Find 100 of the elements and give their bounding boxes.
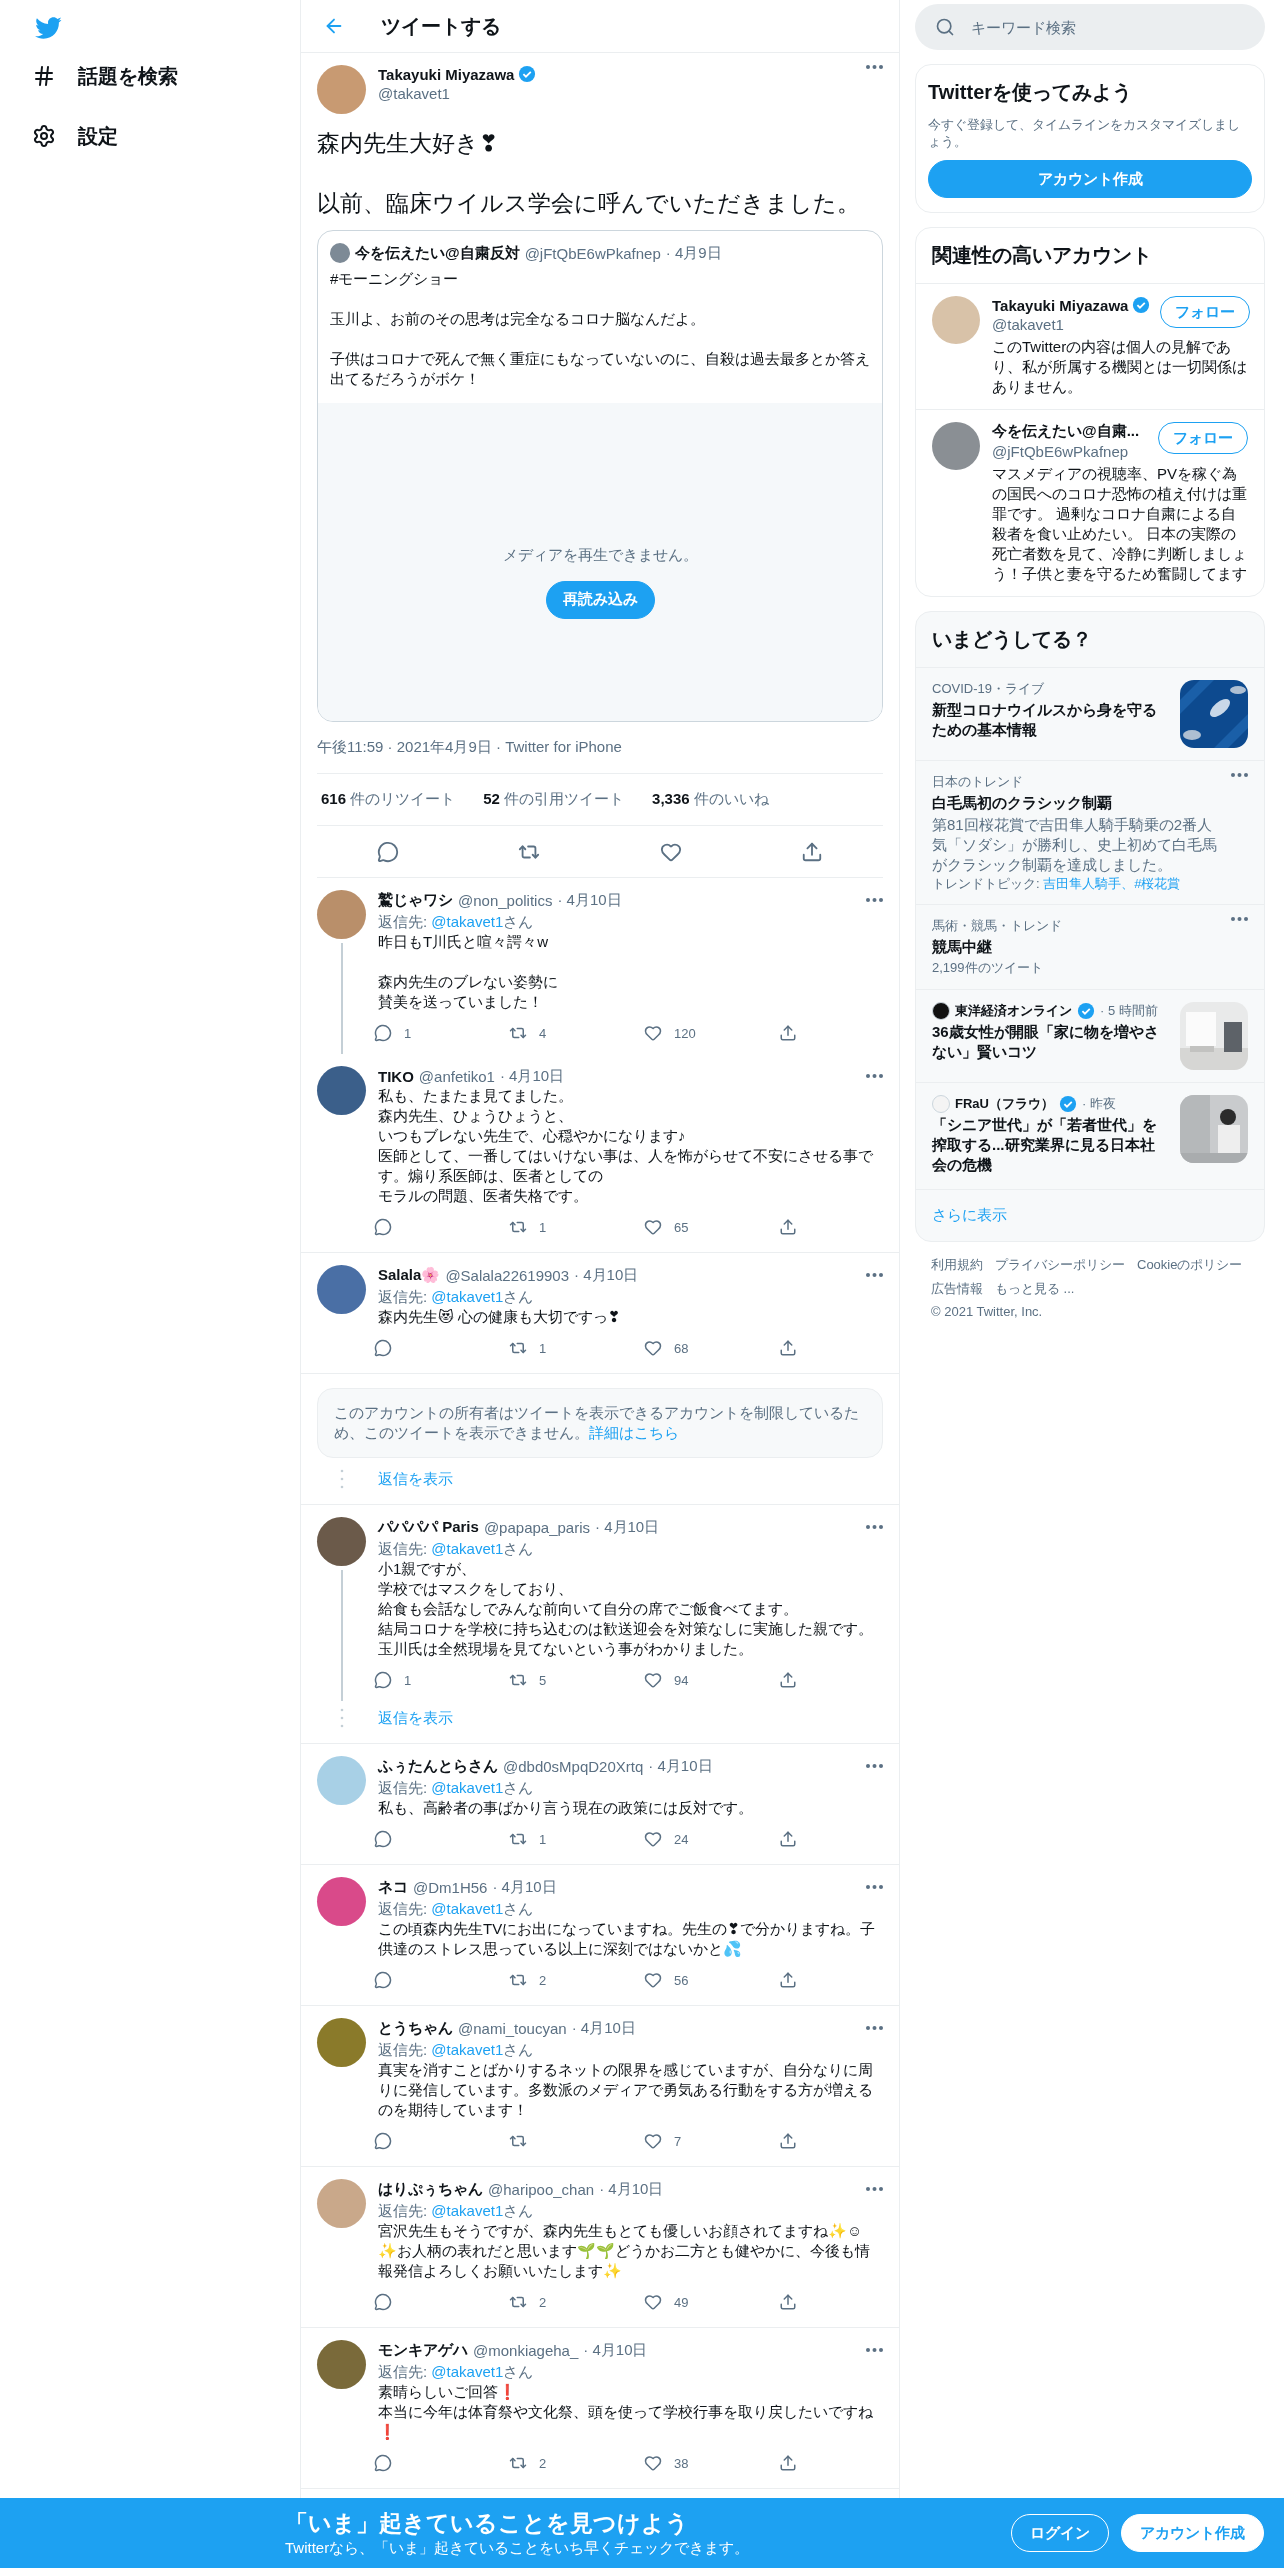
card-title: Twitterを使ってみよう xyxy=(928,80,1134,105)
more-button[interactable] xyxy=(866,1764,883,1768)
share-button[interactable] xyxy=(801,840,824,863)
tweet-date: · 4月9日 xyxy=(665,243,722,263)
more-icon xyxy=(866,65,883,69)
stat-link[interactable]: 52 件の引用ツイート xyxy=(483,790,625,809)
mention-link[interactable]: @takavet1 xyxy=(431,2041,504,2058)
mention-link[interactable]: @takavet1 xyxy=(431,2202,504,2219)
trend-item[interactable]: COVID-19・ライブ 新型コロナウイルスから身を守るための基本情報 xyxy=(916,667,1264,760)
reload-button[interactable]: 再読み込み xyxy=(545,580,655,619)
user-name[interactable]: パパパパ Paris xyxy=(378,1517,479,1537)
restricted-notice: このアカウントの所有者はツイートを表示できるアカウントを制限しているため、このツイートを表示できません。詳細はこちら xyxy=(317,1388,883,1458)
trend-item[interactable]: FRaU（フラウ） · 昨夜 「シニア世代」が「若者世代」を搾取する...研究業界に見る日本社会の危機 xyxy=(916,1082,1264,1189)
tweet-date: · 4月10日 xyxy=(557,890,622,910)
show-replies-link[interactable]: 返信を表示 xyxy=(378,1708,453,1728)
nav-item[interactable]: 話題を検索 xyxy=(32,50,178,102)
reply-button[interactable]: 1 xyxy=(374,1671,509,1689)
more-button[interactable] xyxy=(866,2187,883,2191)
show-replies-link[interactable]: 返信を表示 xyxy=(378,1469,453,1489)
stat-link[interactable]: 3,336 件のいいね xyxy=(652,790,769,809)
more-button[interactable] xyxy=(1231,917,1248,921)
user-name[interactable]: モンキアゲハ xyxy=(378,2340,468,2360)
details-link[interactable]: 詳細はこちら xyxy=(589,1424,679,1441)
retweet-button[interactable]: 5 xyxy=(509,1671,644,1689)
retweet-button[interactable]: 2 xyxy=(509,2454,644,2472)
stat-link[interactable]: 616 件のリツイート xyxy=(321,790,456,809)
search-icon xyxy=(935,17,955,37)
user-name[interactable]: Takayuki Miyazawa xyxy=(378,65,515,83)
user-name[interactable]: TIKO xyxy=(378,1067,414,1085)
user-handle: @nami_toucyan xyxy=(458,2019,567,2037)
nav-item[interactable]: 設定 xyxy=(32,110,118,162)
reply-button[interactable]: 1 xyxy=(374,1024,509,1042)
signup-button[interactable]: アカウント作成 xyxy=(1121,2514,1264,2552)
avatar[interactable] xyxy=(317,1517,366,1566)
mention-link[interactable]: @takavet1 xyxy=(431,2363,504,2380)
like-button[interactable]: 49 xyxy=(644,2293,779,2311)
like-button[interactable]: 68 xyxy=(644,1339,779,1357)
avatar[interactable] xyxy=(317,1265,366,1314)
heart-icon xyxy=(644,2454,662,2472)
tweet-text: 小1親ですが、 xyxy=(378,1559,478,1579)
trend-item[interactable]: 日本のトレンド 白毛馬初のクラシック制覇 第81回桜花賞で吉田隼人騎手騎乗の2番人気「ソダシ」が勝利し、史上初めて白毛馬がクラシック制覇を達成しました。 トレンドトピック: 吉田隼人騎手、#桜花賞 xyxy=(916,760,1264,904)
reply-button[interactable] xyxy=(376,840,399,863)
like-button[interactable]: 7 xyxy=(644,2132,779,2150)
like-button[interactable]: 94 xyxy=(644,1671,779,1689)
user-name[interactable]: Takayuki Miyazawa xyxy=(992,296,1129,314)
footer-link[interactable]: 広告情報 xyxy=(931,1280,983,1298)
search-field[interactable]: キーワード検索 xyxy=(915,4,1265,50)
quoted-tweet[interactable]: 今を伝えたい@自粛反対 @jFtQbE6wPkafnep · 4月9日 #モーニングショー 玉川よ、お前のその思考は完全なるコロナ脳なんだよ。 子供はコロナで死んで無く重症にもなっていないのに、自殺は過去最多とか答え出てるだろうがボケ！ メディアを再生できません。 再読み込み xyxy=(317,230,883,722)
more-button[interactable] xyxy=(866,1273,883,1277)
trend-item[interactable]: 馬術・競馬・トレンド 競馬中継 2,199件のツイート xyxy=(916,904,1264,989)
user-name[interactable]: はりぷぅちゃん xyxy=(378,2179,483,2199)
footer-link[interactable]: Cookieのポリシー xyxy=(1137,1256,1243,1274)
retweet-button[interactable]: 1 xyxy=(509,1339,644,1357)
mention-link[interactable]: @takavet1 xyxy=(431,913,504,930)
tweet-date: · 4月10日 xyxy=(583,2340,648,2360)
footer-link[interactable]: プライバシーポリシー xyxy=(995,1256,1125,1274)
more-button[interactable] xyxy=(866,1074,883,1078)
like-button[interactable]: 65 xyxy=(644,1218,779,1236)
mention-link[interactable]: @takavet1 xyxy=(431,1288,504,1305)
retweet-button[interactable]: 4 xyxy=(509,1024,644,1042)
user-name[interactable]: 今を伝えたい@自粛... xyxy=(992,422,1140,441)
like-button[interactable]: 24 xyxy=(644,1830,779,1848)
more-button[interactable] xyxy=(866,1885,883,1889)
more-button[interactable] xyxy=(866,2026,883,2030)
topic-link[interactable]: 吉田隼人騎手、#桜花賞 xyxy=(1043,876,1181,891)
retweet-button[interactable]: 2 xyxy=(509,2293,644,2311)
footer-link[interactable]: もっと見る ... xyxy=(995,1280,1075,1298)
user-name[interactable]: とうちゃん xyxy=(378,2018,453,2038)
signup-button[interactable]: アカウント作成 xyxy=(928,160,1252,198)
avatar[interactable] xyxy=(317,1877,366,1926)
retweet-button[interactable]: 1 xyxy=(509,1218,644,1236)
retweet-button[interactable]: 1 xyxy=(509,1830,644,1848)
user-name[interactable]: ネコ xyxy=(378,1877,408,1897)
user-name[interactable]: ふぅたんとらさん xyxy=(378,1756,498,1776)
user-name[interactable]: 鷲じゃワシ xyxy=(378,890,453,910)
show-more-link[interactable]: さらに表示 xyxy=(916,1189,1264,1241)
more-button[interactable] xyxy=(866,1525,883,1529)
reply-context: 返信先: @takavet1さん xyxy=(378,1778,535,1798)
more-button[interactable] xyxy=(866,65,883,69)
retweet-button[interactable]: 2 xyxy=(509,1971,644,1989)
avatar xyxy=(330,243,350,263)
like-button[interactable]: 120 xyxy=(644,1024,779,1042)
more-button[interactable] xyxy=(1231,773,1248,777)
more-button[interactable] xyxy=(866,898,883,902)
like-button[interactable]: 56 xyxy=(644,1971,779,1989)
more-button[interactable] xyxy=(866,2348,883,2352)
footer-link[interactable]: 利用規約 xyxy=(931,1256,983,1274)
avatar[interactable] xyxy=(317,2018,366,2067)
trend-item[interactable]: 東洋経済オンライン · 5 時間前 36歳女性が開眼「家に物を増やさない」賢いコツ xyxy=(916,989,1264,1082)
avatar[interactable] xyxy=(317,2340,366,2389)
like-button[interactable]: 38 xyxy=(644,2454,779,2472)
mention-link[interactable]: @takavet1 xyxy=(431,1900,504,1917)
avatar[interactable] xyxy=(317,1066,366,1115)
avatar[interactable] xyxy=(317,890,366,939)
mention-link[interactable]: @takavet1 xyxy=(431,1779,504,1796)
avatar[interactable] xyxy=(932,422,980,470)
tweet-text: 私も、たまたま見てました。 xyxy=(378,1086,574,1106)
user-name[interactable]: Salala🌸 xyxy=(378,1266,441,1284)
heart-icon xyxy=(644,1339,662,1357)
mention-link[interactable]: @takavet1 xyxy=(431,1540,504,1557)
